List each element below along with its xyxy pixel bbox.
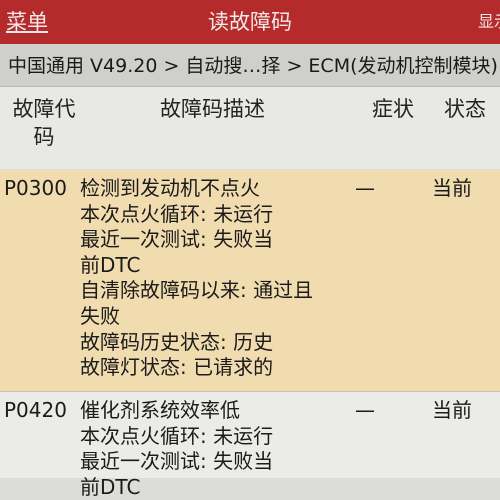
dtc-description-line: 最近一次测试: 失败当 (80, 227, 274, 252)
dtc-code: P0420 (4, 398, 67, 422)
column-header-code-line1: 故障代 (12, 97, 76, 121)
column-header-status: 状态 (444, 97, 486, 121)
column-header-description: 故障码描述 (160, 97, 265, 121)
dtc-description: 催化剂系统效率低 本次点火循环: 未运行 最近一次测试: 失败当 前DTC (80, 398, 360, 500)
dtc-description-line: 最近一次测试: 失败当 (80, 449, 274, 474)
dtc-description-line: 自清除故障码以来: 通过且 (80, 278, 314, 303)
title-bar: 菜单 读故障码 显示 (0, 0, 500, 44)
column-header-code: 故障代 码 (4, 95, 84, 151)
page-title: 读故障码 (208, 10, 292, 34)
dtc-description-line: 本次点火循环: 未运行 (80, 201, 274, 226)
column-header-symptom: 症状 (372, 97, 414, 121)
dtc-description-line: 故障码历史状态: 历史 (80, 329, 274, 354)
table-row[interactable]: P0420 催化剂系统效率低 本次点火循环: 未运行 最近一次测试: 失败当 前… (0, 392, 500, 499)
table-header: 故障代 码 故障码描述 症状 状态 (0, 87, 500, 169)
dtc-status: 当前 (432, 176, 472, 200)
dtc-status: 当前 (432, 398, 472, 422)
dtc-description: 检测到发动机不点火 本次点火循环: 未运行 最近一次测试: 失败当 前DTC 自… (80, 176, 360, 381)
dtc-description-line: 失败 (80, 303, 120, 328)
breadcrumb-text: 中国通用 V49.20 > 自动搜…择 > ECM(发动机控制模块) (8, 55, 498, 77)
display-button[interactable]: 显示 (478, 8, 500, 32)
dtc-description-line: 催化剂系统效率低 (80, 398, 240, 422)
dtc-symptom: — (355, 176, 375, 200)
dtc-description-line: 本次点火循环: 未运行 (80, 423, 274, 448)
dtc-code: P0300 (4, 176, 67, 200)
table-row[interactable]: P0300 检测到发动机不点火 本次点火循环: 未运行 最近一次测试: 失败当 … (0, 170, 500, 392)
breadcrumb: 中国通用 V49.20 > 自动搜…择 > ECM(发动机控制模块) (0, 44, 500, 87)
dtc-description-line: 检测到发动机不点火 (80, 176, 260, 200)
dtc-description-line: 前DTC (80, 252, 141, 277)
dtc-description-line: 故障灯状态: 已请求的 (80, 355, 274, 380)
column-header-code-line2: 码 (33, 125, 55, 149)
dtc-symptom: — (355, 398, 375, 422)
dtc-description-line: 前DTC (80, 474, 141, 499)
